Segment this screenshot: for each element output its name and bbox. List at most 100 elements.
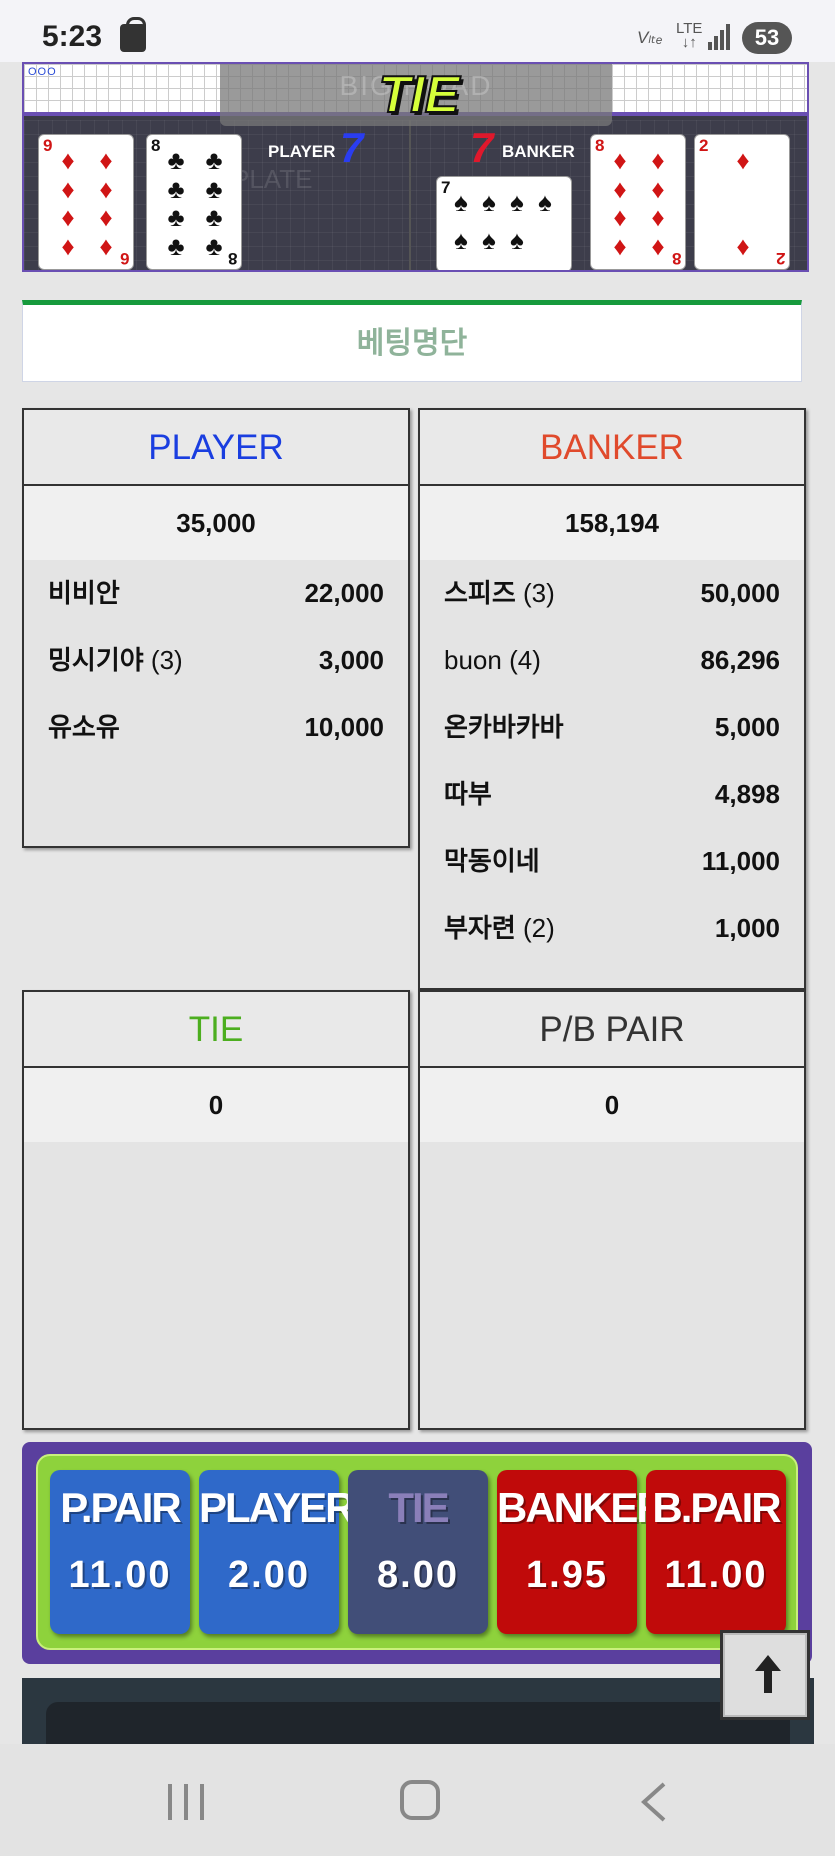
odds-value: 11.00 (68, 1554, 172, 1596)
recent-apps-icon[interactable] (168, 1784, 206, 1820)
odds-button-p-pair[interactable]: P.PAIR 11.00 (50, 1470, 190, 1634)
list-item: buon (4) 86,296 (420, 627, 804, 694)
panel-title-banker: BANKER (420, 410, 804, 486)
result-banner: TIE (378, 65, 461, 125)
banker-total: 158,194 (420, 486, 804, 560)
list-item: 밍시기야 (3) 3,000 (24, 627, 408, 694)
shopping-bag-icon (120, 17, 146, 52)
signal-icon (708, 24, 732, 50)
bettor-name: 따부 (444, 779, 492, 809)
odds-button-tie[interactable]: TIE 8.00 (348, 1470, 488, 1634)
bettor-name: 밍시기야 (48, 645, 144, 675)
banker-score: 7 (470, 124, 494, 171)
bet-amount: 5,000 (714, 712, 780, 742)
lte-indicator: LTE ↓↑ (676, 20, 703, 51)
bettor-name: 부자련 (444, 913, 516, 943)
banker-card-2: 8 ♦ ♦ ♦ ♦ ♦ ♦ ♦ ♦ 8 (590, 134, 686, 270)
bettor-name: 비비안 (48, 578, 120, 608)
odds-board: P.PAIR 11.00 PLAYER 2.00 TIE 8.00 BANKER… (22, 1442, 812, 1664)
volte-indicator: Vₗₜₑ (637, 28, 663, 47)
banker-bets-panel: BANKER 158,194 스피즈 (3) 50,000 buon (4) 8… (418, 408, 806, 990)
list-item: 따부 4,898 (420, 761, 804, 828)
panel-title-player: PLAYER (24, 410, 408, 486)
back-icon[interactable] (636, 1782, 672, 1822)
bettor-name: 유소유 (48, 712, 120, 742)
banker-score-label: BANKER (502, 142, 575, 161)
game-table: OOO PLATE BIG ROAD TIE 9 ♦ ♦ ♦ ♦ ♦ ♦ ♦ ♦ 6 8 ♣ ♣… (22, 62, 809, 272)
tie-total: 0 (24, 1068, 408, 1142)
card-rank-bottom: 8 (227, 249, 237, 268)
bet-count: (2) (523, 913, 555, 943)
bettor-name: 스피즈 (444, 578, 516, 608)
list-item: 비비안 22,000 (24, 560, 408, 627)
bettor-name: 온카바카바 (444, 712, 564, 742)
list-item: 온카바카바 5,000 (420, 694, 804, 761)
bet-count: (3) (523, 578, 555, 608)
tie-bets-panel: TIE 0 (22, 990, 410, 1430)
panel-title-tie: TIE (24, 992, 408, 1068)
status-time: 5:23 (42, 20, 103, 53)
bet-amount: 3,000 (318, 645, 384, 675)
banker-card-3: 2 ♦ ♦ 2 (694, 134, 790, 270)
bet-amount: 11,000 (701, 846, 780, 876)
odds-label: B.PAIR (652, 1484, 781, 1531)
home-icon[interactable] (400, 1780, 440, 1820)
odds-label: TIE (388, 1484, 449, 1531)
bottom-panel-inner (46, 1702, 790, 1744)
scroll-top-button[interactable] (720, 1630, 810, 1720)
bettor-name: buon (444, 645, 502, 675)
table-divider (409, 120, 411, 270)
card-table (24, 120, 807, 270)
card-rank-bottom: 2 (775, 249, 785, 268)
diamond-icon: ♦ ♦ (736, 145, 750, 261)
odds-button-banker[interactable]: BANKER 1.95 (497, 1470, 667, 1634)
bet-amount: 4,898 (714, 779, 780, 809)
odds-label: BANKER (497, 1484, 667, 1531)
panel-title-pair: P/B PAIR (420, 992, 804, 1068)
spade-icon: ♠ ♠ ♠ ♠ ♠ ♠ ♠ (454, 187, 552, 255)
odds-value: 8.00 (377, 1554, 459, 1596)
diamond-icon: ♦ ♦ ♦ ♦ ♦ ♦ ♦ ♦ (613, 145, 665, 261)
odds-button-b-pair[interactable]: B.PAIR 11.00 (646, 1470, 786, 1634)
road-marks: OOO (28, 66, 57, 78)
player-card-2: 8 ♣ ♣ ♣ ♣ ♣ ♣ ♣ ♣ 8 (146, 134, 242, 270)
bet-count: (4) (509, 645, 541, 675)
player-card-1: 9 ♦ ♦ ♦ ♦ ♦ ♦ ♦ ♦ 6 (38, 134, 134, 270)
odds-label: P.PAIR (60, 1484, 182, 1531)
list-item: 스피즈 (3) 50,000 (420, 560, 804, 627)
pair-total: 0 (420, 1068, 804, 1142)
card-rank-bottom: 8 (671, 249, 681, 268)
banker-card-1: 7 ♠ ♠ ♠ ♠ ♠ ♠ ♠ (436, 176, 572, 270)
pair-bets-panel: P/B PAIR 0 (418, 990, 806, 1430)
card-rank-bottom: 6 (119, 249, 129, 268)
player-score: 7 (340, 124, 364, 171)
betting-list-title: 베팅명단 (22, 300, 802, 382)
odds-value: 1.95 (526, 1554, 608, 1596)
list-item: 막동이네 11,000 (420, 828, 804, 895)
lte-label: LTE (676, 20, 703, 37)
player-total: 35,000 (24, 486, 408, 560)
list-item: 유소유 10,000 (24, 694, 408, 761)
system-nav-bar (0, 1744, 835, 1856)
plate-label: PLATE (232, 164, 313, 194)
odds-button-player[interactable]: PLAYER 2.00 (199, 1470, 356, 1634)
list-item: 부자련 (2) 1,000 (420, 895, 804, 962)
bet-amount: 22,000 (304, 578, 384, 608)
odds-value: 2.00 (228, 1554, 310, 1596)
arrow-up-icon (755, 1655, 781, 1693)
bet-amount: 1,000 (714, 913, 780, 943)
bet-amount: 50,000 (700, 578, 780, 608)
bet-count: (3) (150, 645, 183, 675)
status-bar: 5:23 Vₗₜₑ LTE ↓↑ 53 (0, 0, 835, 62)
player-bets-panel: PLAYER 35,000 비비안 22,000 밍시기야 (3) 3,000 … (22, 408, 410, 848)
bet-amount: 86,296 (700, 645, 780, 675)
battery-indicator: 53 (742, 22, 792, 54)
bottom-panel (22, 1678, 814, 1744)
diamond-icon: ♦ ♦ ♦ ♦ ♦ ♦ ♦ ♦ (61, 145, 113, 261)
club-icon: ♣ ♣ ♣ ♣ ♣ ♣ ♣ ♣ (167, 145, 223, 261)
player-score-label: PLAYER (268, 142, 336, 161)
odds-value: 11.00 (664, 1554, 768, 1596)
odds-label: PLAYER (199, 1484, 356, 1531)
bettor-name: 막동이네 (444, 846, 540, 876)
bet-amount: 10,000 (304, 712, 384, 742)
